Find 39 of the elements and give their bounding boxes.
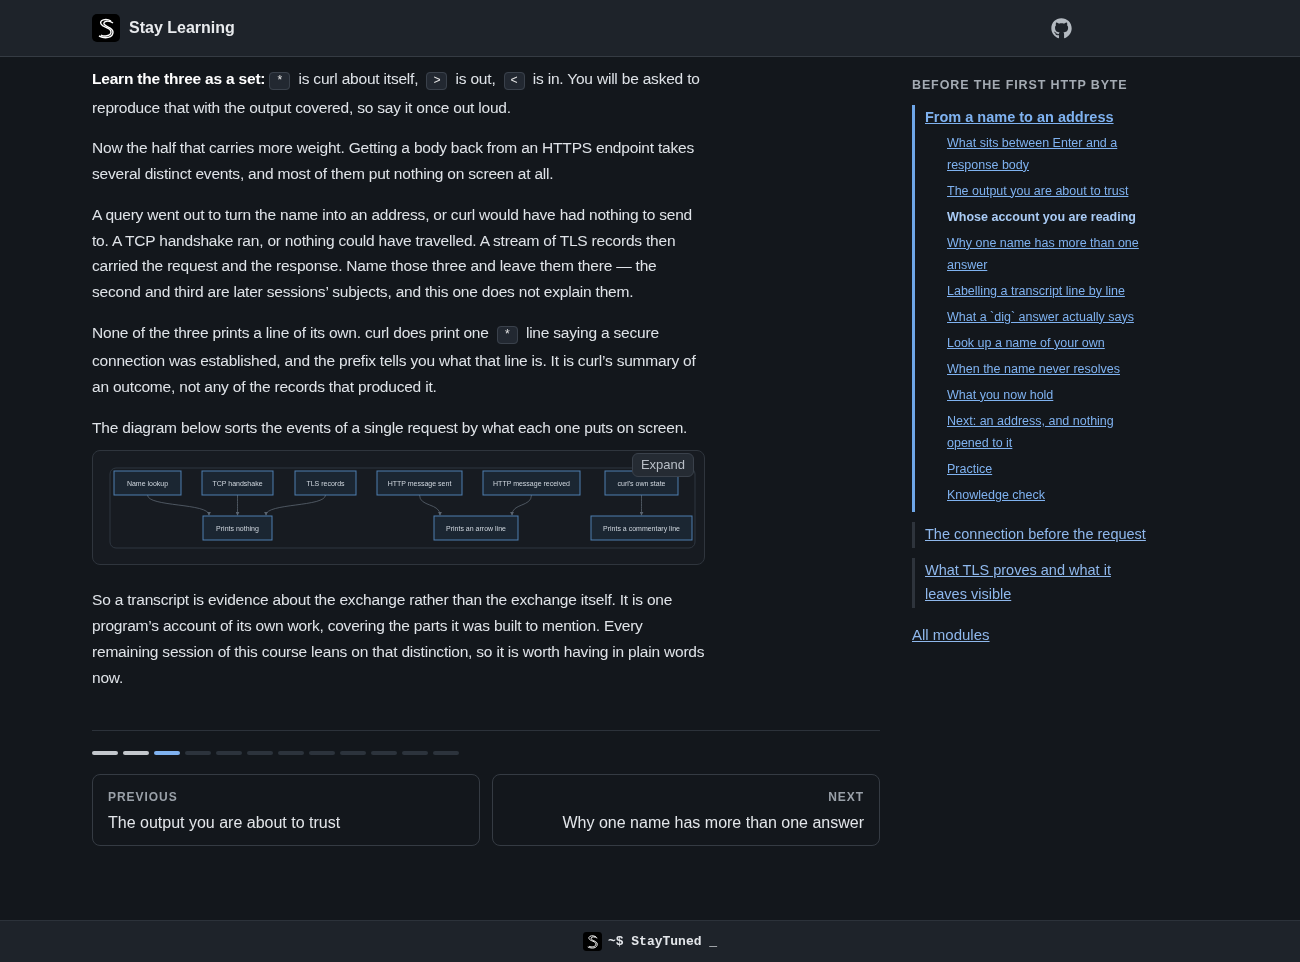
next-link[interactable]: NEXT Why one name has more than one answer [492, 774, 880, 847]
all-modules-link[interactable]: All modules [912, 623, 1152, 647]
module-link[interactable]: The connection before the request [925, 521, 1152, 546]
paragraph: Now the half that carries more weight. Getting a body back from an HTTPS endpoint takes several distinct events, and most of them put nothing on screen at all. [92, 138, 696, 185]
paragraph: None of the three prints a line of its own. curl does print one * line saying a secure connection was established, and the prefix tells you what that line is. It is curl’s summary of an outcome, not any of the records that produced it. [92, 322, 697, 398]
inline-code: * [269, 72, 291, 90]
lesson-link[interactable]: What you now hold [947, 383, 1152, 406]
inline-code: * [496, 325, 518, 344]
lesson-link[interactable]: Practice [947, 457, 1152, 480]
previous-link[interactable]: PREVIOUS The output you are about to trust [92, 774, 480, 847]
paragraph: Learn the three as a set: * is curl about itself, > is out, < is in. You will be asked to reproduce that with the output covered, so say it once out loud. [92, 69, 701, 118]
lesson-link[interactable]: The output you are about to trust [947, 179, 1152, 202]
logo-icon [92, 14, 120, 42]
lesson-link[interactable]: Why one name has more than one answer [947, 231, 1152, 276]
lesson-link[interactable]: Look up a name of your own [947, 331, 1152, 354]
paragraph: The diagram below sorts the events of a single request by what each one puts on screen. [92, 417, 689, 438]
lesson-link[interactable]: When the name never resolves [947, 357, 1152, 380]
module-link[interactable]: What TLS proves and what it leaves visible [925, 557, 1152, 606]
lesson-link[interactable]: Labelling a transcript line by line [947, 279, 1152, 302]
footer-prompt: ~$ StayTuned _ [607, 932, 718, 951]
pager-label: PREVIOUS [108, 789, 179, 807]
sidebar-heading: BEFORE THE FIRST HTTP BYTE [912, 77, 1129, 94]
lesson-link[interactable]: Whose account you are reading [947, 205, 1152, 228]
expand-button[interactable]: Expand [631, 453, 694, 477]
logo-icon [582, 932, 602, 951]
lesson-link[interactable]: Knowledge check [947, 483, 1152, 506]
pager-label: NEXT [828, 789, 864, 807]
github-icon[interactable] [1051, 17, 1072, 39]
pager-title: The output you are about to trust [108, 813, 342, 834]
inline-code: < [503, 72, 525, 90]
brand-name[interactable]: Stay Learning [129, 16, 235, 40]
module-link[interactable]: From a name to an address [925, 104, 1152, 129]
lesson-link[interactable]: What sits between Enter and a response body [947, 131, 1152, 176]
inline-code: > [426, 72, 448, 90]
lesson-link[interactable]: Next: an address, and nothing opened to it [947, 409, 1152, 454]
paragraph: A query went out to turn the name into an address, or curl would have had nothing to send to. A TCP handshake ran, or nothing could have travelled. A stream of TLS records then carried the request and the response. Name those three and leave them there — the second and third are later sessions’ subjects, and this one does not explain them. [92, 204, 693, 302]
paragraph: So a transcript is evidence about the exchange rather than the exchange itself. It is one program’s account of its own work, covering the parts it was built to mention. Every remaining session of this course leans on that distinction, so it is worth having in plain words now. [92, 590, 705, 688]
pager-title: Why one name has more than one answer [562, 813, 864, 834]
lesson-link[interactable]: What a `dig` answer actually says [947, 305, 1152, 328]
